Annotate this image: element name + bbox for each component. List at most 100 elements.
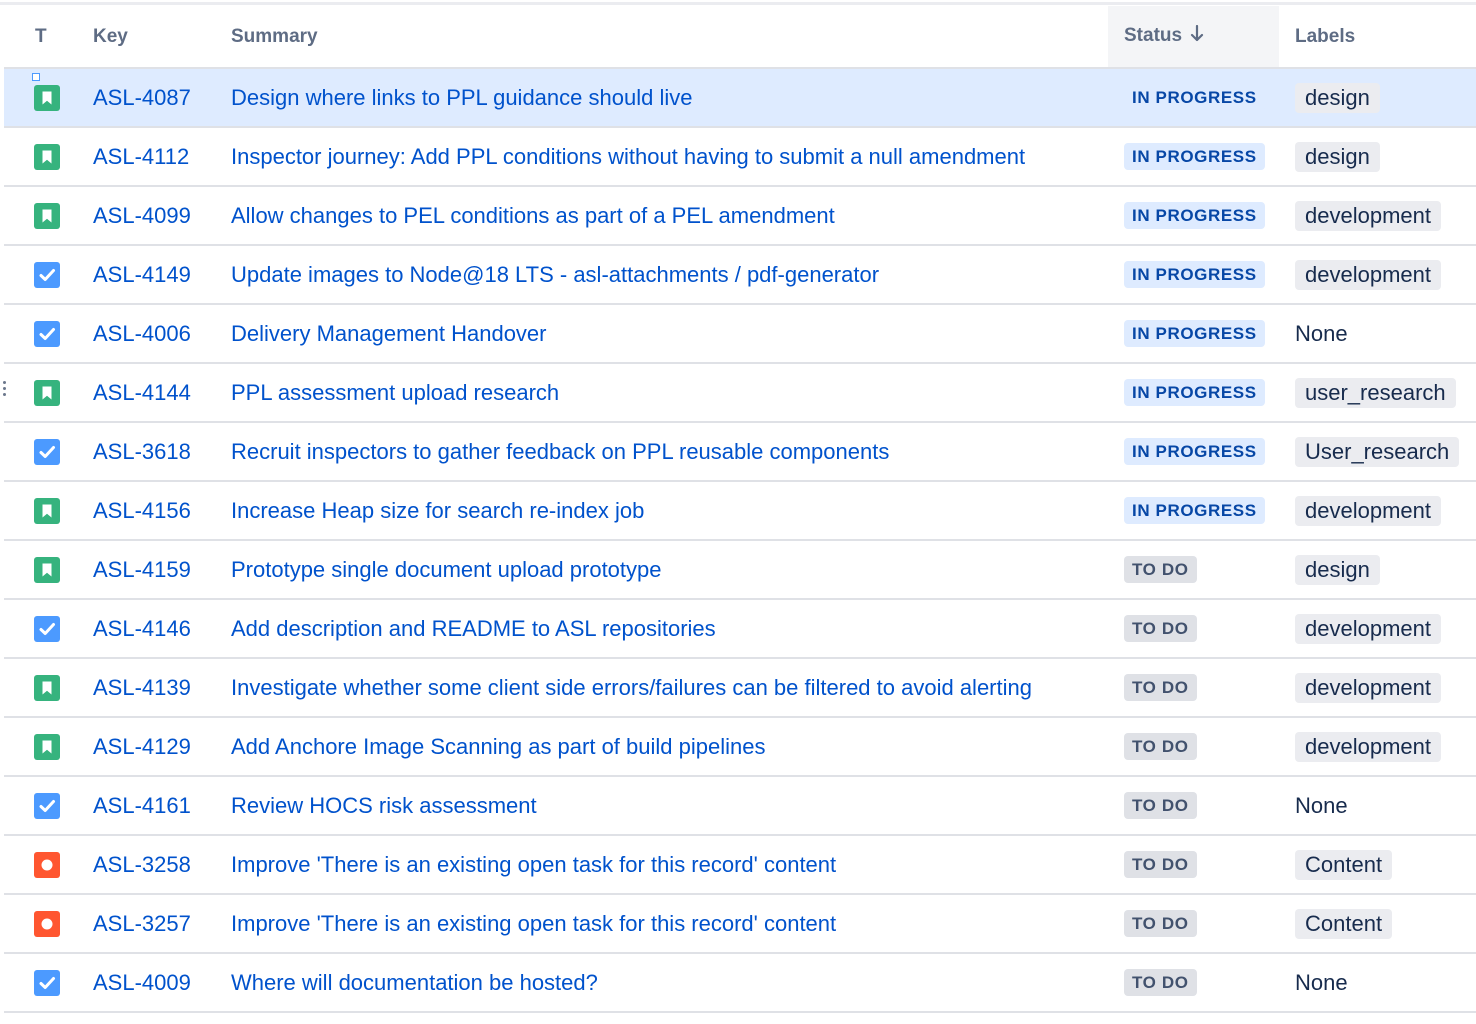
story-icon [34, 497, 60, 524]
label-tag[interactable]: development [1295, 200, 1441, 231]
column-header-summary[interactable]: Summary [208, 6, 1108, 69]
status-badge[interactable]: IN PROGRESS [1124, 261, 1265, 288]
label-tag[interactable]: Content [1295, 849, 1393, 880]
issue-summary-link[interactable]: PPL assessment upload research [231, 380, 559, 405]
table-row[interactable]: ASL-4146 Add description and README to AS… [4, 599, 1476, 659]
table-row[interactable]: ASL-3618 Recruit inspectors to gather fee… [4, 422, 1476, 482]
status-badge[interactable]: TO DO [1124, 615, 1197, 642]
issue-summary-link[interactable]: Recruit inspectors to gather feedback on… [231, 439, 889, 464]
table-row[interactable]: ASL-4139 Investigate whether some client … [4, 658, 1476, 718]
issue-summary-link[interactable]: Delivery Management Handover [231, 321, 547, 346]
issue-key-link[interactable]: ASL-4146 [93, 616, 191, 641]
label-tag[interactable]: user_research [1295, 377, 1456, 408]
label-tag[interactable]: design [1295, 554, 1380, 585]
status-badge[interactable]: IN PROGRESS [1124, 320, 1265, 347]
column-header-key[interactable]: Key [70, 6, 208, 69]
label-none-text: None [1295, 320, 1348, 346]
key-cell: ASL-4146 [70, 599, 208, 659]
status-badge[interactable]: TO DO [1124, 969, 1197, 996]
sort-descending-icon [1190, 24, 1204, 49]
issue-key-link[interactable]: ASL-4161 [93, 793, 191, 818]
issue-key-link[interactable]: ASL-4144 [93, 380, 191, 405]
issue-summary-link[interactable]: Add description and README to ASL reposi… [231, 616, 716, 641]
issue-summary-link[interactable]: Improve 'There is an existing open task … [231, 852, 836, 877]
table-row[interactable]: ASL-4159 Prototype single document upload… [4, 540, 1476, 600]
label-tag[interactable]: design [1295, 82, 1380, 113]
table-row[interactable]: ASL-4087 Design where links to PPL guidan… [4, 68, 1476, 128]
issue-summary-link[interactable]: Update images to Node@18 LTS - asl-attac… [231, 262, 879, 287]
label-tag[interactable]: development [1295, 495, 1441, 526]
issue-key-link[interactable]: ASL-4009 [93, 970, 191, 995]
table-row[interactable]: ASL-4099 Allow changes to PEL conditions … [4, 186, 1476, 246]
status-badge[interactable]: IN PROGRESS [1124, 497, 1265, 524]
label-tag[interactable]: design [1295, 141, 1380, 172]
table-row[interactable]: ASL-4129 Add Anchore Image Scanning as pa… [4, 717, 1476, 777]
type-cell [4, 894, 70, 954]
summary-cell: Update images to Node@18 LTS - asl-attac… [208, 245, 1108, 305]
issue-summary-link[interactable]: Investigate whether some client side err… [231, 675, 1032, 700]
status-badge[interactable]: IN PROGRESS [1124, 379, 1265, 406]
table-row[interactable]: ASL-3257 Improve 'There is an existing op… [4, 894, 1476, 954]
label-tag[interactable]: development [1295, 259, 1441, 290]
issue-key-link[interactable]: ASL-4156 [93, 498, 191, 523]
issue-summary-link[interactable]: Design where links to PPL guidance shoul… [231, 85, 692, 110]
issue-summary-link[interactable]: Inspector journey: Add PPL conditions wi… [231, 144, 1025, 169]
status-badge[interactable]: IN PROGRESS [1124, 202, 1265, 229]
status-badge[interactable]: IN PROGRESS [1124, 84, 1265, 111]
table-row[interactable]: ASL-4112 Inspector journey: Add PPL condi… [4, 127, 1476, 187]
status-badge[interactable]: TO DO [1124, 556, 1197, 583]
status-badge[interactable]: TO DO [1124, 674, 1197, 701]
column-header-labels-label: Labels [1295, 25, 1356, 47]
table-row[interactable]: ASL-4009 Where will documentation be host… [4, 953, 1476, 1013]
labels-cell: Content [1279, 894, 1476, 954]
issue-key-link[interactable]: ASL-4087 [93, 85, 191, 110]
issue-summary-link[interactable]: Where will documentation be hosted? [231, 970, 598, 995]
issue-key-link[interactable]: ASL-3618 [93, 439, 191, 464]
status-badge[interactable]: TO DO [1124, 851, 1197, 878]
issue-summary-link[interactable]: Allow changes to PEL conditions as part … [231, 203, 835, 228]
issue-key-link[interactable]: ASL-4149 [93, 262, 191, 287]
column-header-status[interactable]: Status [1108, 6, 1279, 69]
issue-key-link[interactable]: ASL-4006 [93, 321, 191, 346]
table-row[interactable]: ASL-4144 PPL assessment upload research IN… [4, 363, 1476, 423]
labels-cell: development [1279, 481, 1476, 541]
column-header-labels[interactable]: Labels [1279, 6, 1476, 69]
label-tag[interactable]: development [1295, 672, 1441, 703]
table-row[interactable]: ASL-4161 Review HOCS risk assessment TO DO… [4, 776, 1476, 836]
issue-summary-link[interactable]: Prototype single document upload prototy… [231, 557, 662, 582]
label-tag[interactable]: development [1295, 731, 1441, 762]
status-badge[interactable]: IN PROGRESS [1124, 438, 1265, 465]
issue-key-link[interactable]: ASL-4139 [93, 675, 191, 700]
column-header-type[interactable]: T [4, 6, 70, 69]
issue-summary-link[interactable]: Review HOCS risk assessment [231, 793, 537, 818]
status-cell: TO DO [1108, 776, 1279, 836]
labels-cell: design [1279, 68, 1476, 128]
summary-cell: Design where links to PPL guidance shoul… [208, 68, 1108, 128]
issue-key-link[interactable]: ASL-4159 [93, 557, 191, 582]
status-badge[interactable]: TO DO [1124, 910, 1197, 937]
status-badge[interactable]: TO DO [1124, 792, 1197, 819]
top-border [0, 0, 1476, 5]
status-cell: IN PROGRESS [1108, 481, 1279, 541]
issue-summary-link[interactable]: Improve 'There is an existing open task … [231, 911, 836, 936]
status-badge[interactable]: IN PROGRESS [1124, 143, 1265, 170]
label-tag[interactable]: Content [1295, 908, 1393, 939]
summary-cell: Recruit inspectors to gather feedback on… [208, 422, 1108, 482]
status-badge[interactable]: TO DO [1124, 733, 1197, 760]
label-tag[interactable]: User_research [1295, 436, 1460, 467]
summary-cell: Where will documentation be hosted? [208, 953, 1108, 1013]
table-row[interactable]: ASL-4156 Increase Heap size for search re… [4, 481, 1476, 541]
table-row[interactable]: ASL-4149 Update images to Node@18 LTS - a… [4, 245, 1476, 305]
issue-key-link[interactable]: ASL-3257 [93, 911, 191, 936]
table-row[interactable]: ASL-3258 Improve 'There is an existing op… [4, 835, 1476, 895]
issue-summary-link[interactable]: Add Anchore Image Scanning as part of bu… [231, 734, 765, 759]
label-tag[interactable]: development [1295, 613, 1441, 644]
status-cell: TO DO [1108, 894, 1279, 954]
issue-key-link[interactable]: ASL-4112 [93, 144, 189, 169]
issue-summary-link[interactable]: Increase Heap size for search re-index j… [231, 498, 644, 523]
issue-key-link[interactable]: ASL-4099 [93, 203, 191, 228]
table-row[interactable]: ASL-4006 Delivery Management Handover IN P… [4, 304, 1476, 364]
issue-key-link[interactable]: ASL-3258 [93, 852, 191, 877]
drag-handle-icon[interactable] [3, 381, 7, 401]
issue-key-link[interactable]: ASL-4129 [93, 734, 191, 759]
